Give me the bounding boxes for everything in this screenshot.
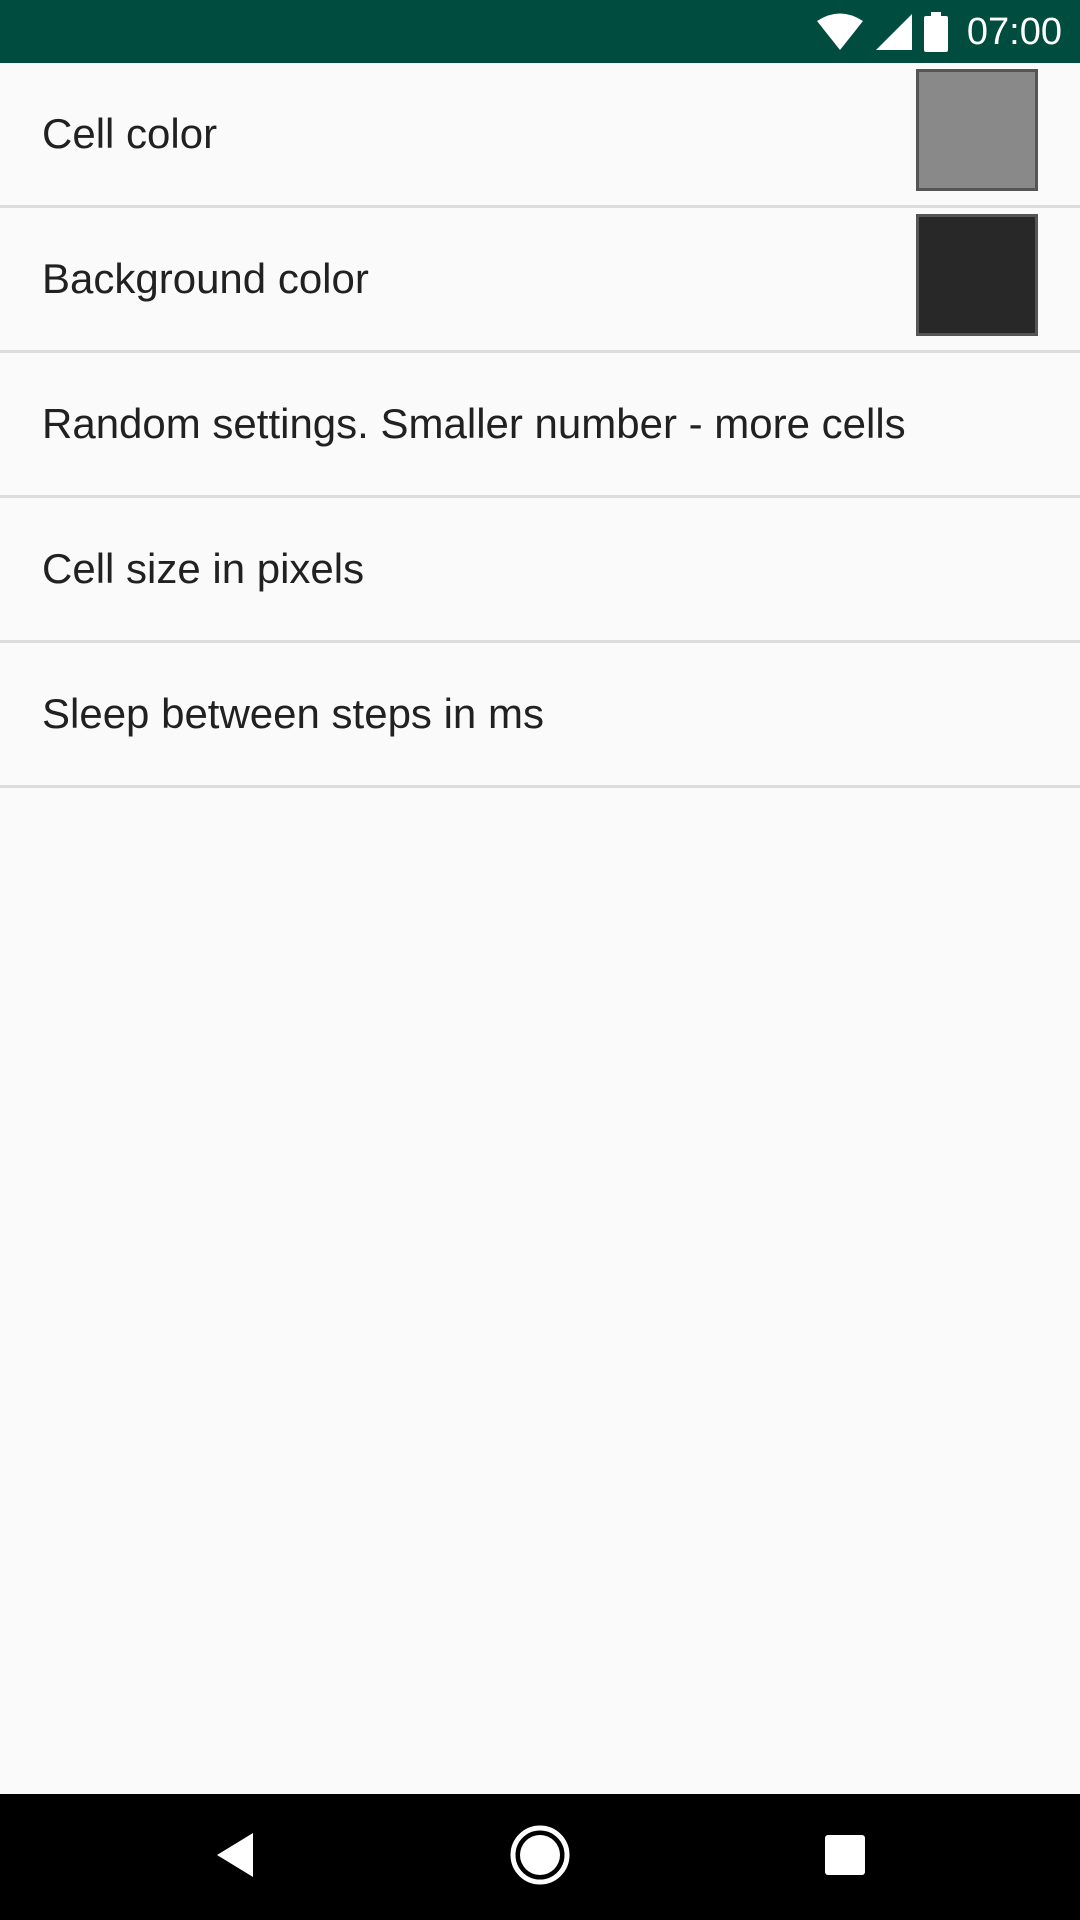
preference-random-settings[interactable]: Random settings. Smaller number - more c… xyxy=(0,353,1080,498)
cell-color-swatch[interactable] xyxy=(916,69,1038,191)
preference-cell-color[interactable]: Cell color xyxy=(0,63,1080,208)
recents-button[interactable] xyxy=(782,1794,908,1920)
preference-title: Cell size in pixels xyxy=(42,545,365,592)
status-icons: 07:00 xyxy=(815,0,1062,63)
status-bar: 07:00 xyxy=(0,0,1080,63)
preference-background-color[interactable]: Background color xyxy=(0,208,1080,353)
back-button[interactable] xyxy=(172,1794,298,1920)
recents-icon xyxy=(824,1834,866,1881)
home-button[interactable] xyxy=(477,1794,603,1920)
preference-sleep-between-steps[interactable]: Sleep between steps in ms xyxy=(0,643,1080,788)
preference-title: Cell color xyxy=(42,110,218,157)
battery-icon xyxy=(923,11,949,52)
preference-list: Cell color Background color Random setti… xyxy=(0,63,1080,788)
background-color-swatch[interactable] xyxy=(916,214,1038,336)
cell-signal-icon xyxy=(875,13,913,51)
preference-title: Background color xyxy=(42,255,369,302)
wifi-icon xyxy=(815,12,865,52)
clock: 07:00 xyxy=(966,10,1062,53)
preference-title: Random settings. Smaller number - more c… xyxy=(42,400,906,447)
preference-cell-size[interactable]: Cell size in pixels xyxy=(0,498,1080,643)
navigation-bar xyxy=(0,1794,1080,1920)
home-icon xyxy=(510,1825,570,1890)
settings-content: Cell color Background color Random setti… xyxy=(0,63,1080,1794)
back-icon xyxy=(215,1832,255,1883)
preference-title: Sleep between steps in ms xyxy=(42,690,544,737)
